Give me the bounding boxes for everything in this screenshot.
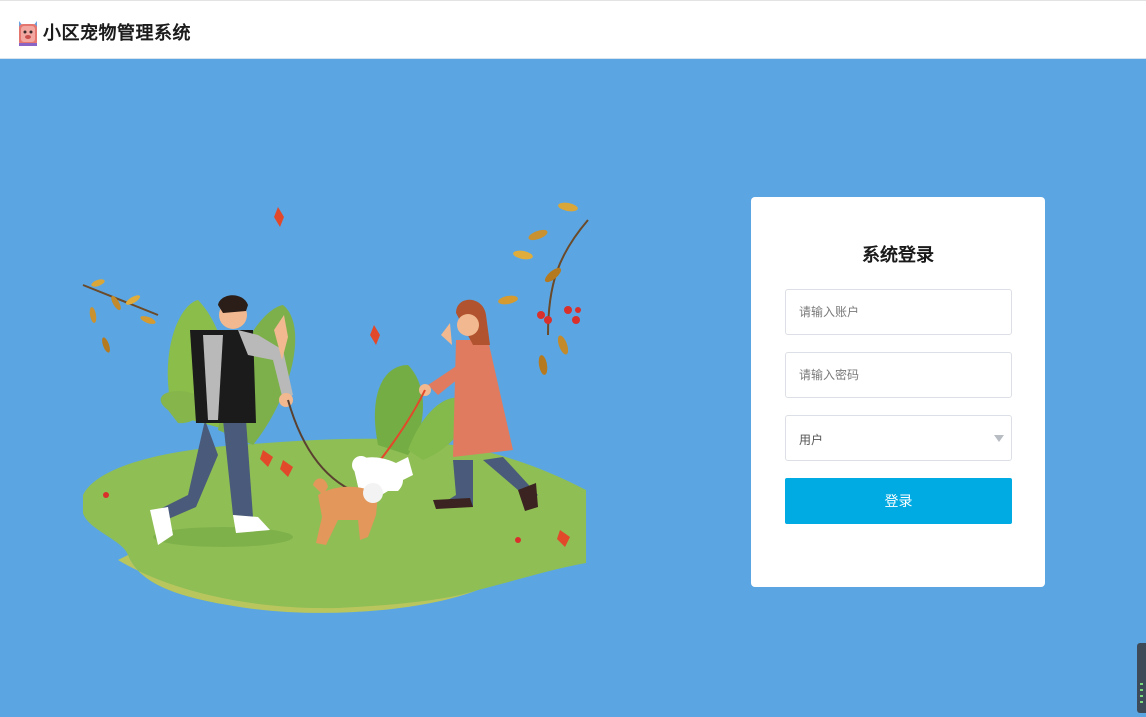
role-select[interactable]: 用户	[785, 415, 1012, 461]
login-title: 系统登录	[862, 245, 934, 266]
login-card: 系统登录 用户 登录	[751, 197, 1045, 587]
account-field[interactable]	[785, 289, 1012, 335]
app-title: 小区宠物管理系统	[43, 23, 191, 44]
side-scroll-widget[interactable]	[1137, 643, 1146, 713]
password-input[interactable]	[786, 353, 1011, 397]
login-button[interactable]: 登录	[785, 478, 1012, 524]
account-input[interactable]	[786, 290, 1011, 334]
pet-face-logo-icon	[19, 21, 37, 46]
role-select-value: 用户	[799, 433, 824, 447]
couple-walking-dogs-illustration	[82, 202, 589, 613]
caret-down-icon[interactable]	[994, 435, 1004, 442]
password-field[interactable]	[785, 352, 1012, 398]
top-header: 小区宠物管理系统	[0, 0, 1146, 59]
